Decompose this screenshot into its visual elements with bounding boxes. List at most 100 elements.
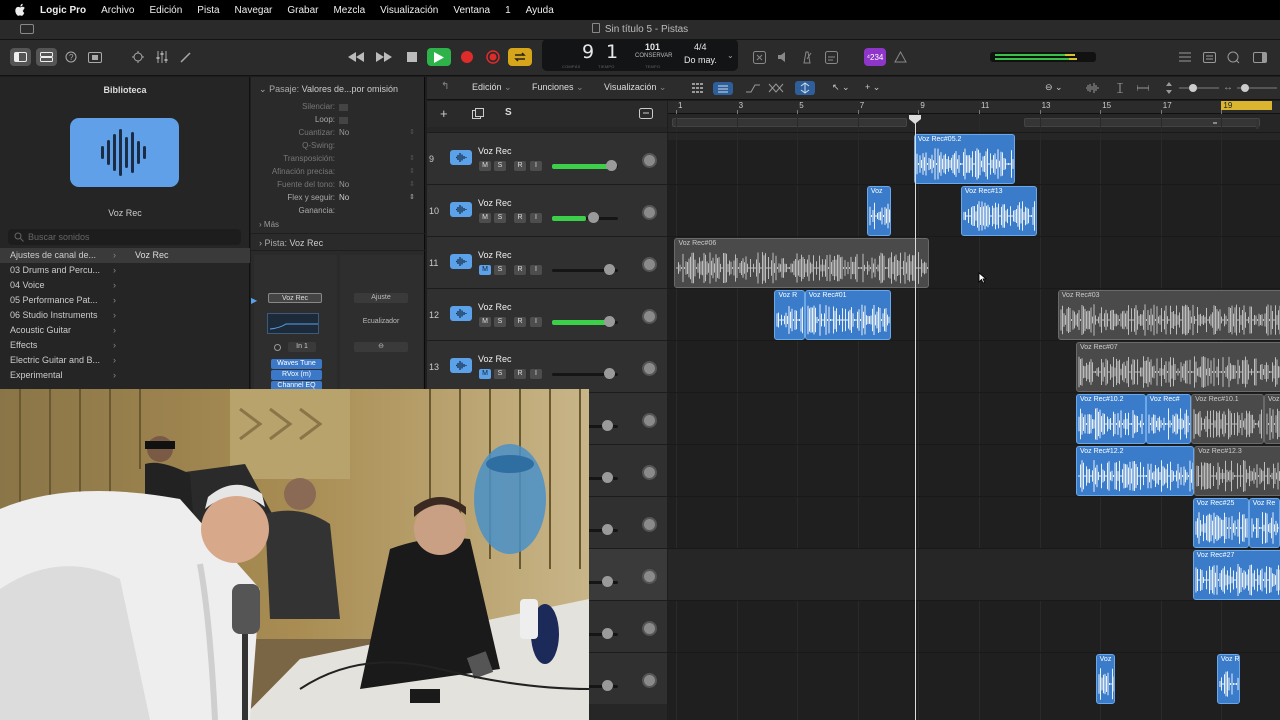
audio-region[interactable]: Voz Rec#12.3 — [1194, 446, 1280, 496]
library-selected-patch[interactable]: Voz Rec — [125, 248, 249, 263]
mute-button[interactable]: M — [479, 213, 491, 223]
audio-region[interactable]: Voz Rec# — [1145, 394, 1192, 444]
audio-region[interactable]: Voz Rec#12.2 — [1075, 446, 1195, 496]
track-lane[interactable] — [668, 652, 1280, 704]
automation-icon[interactable] — [745, 82, 761, 97]
menu-ventana[interactable]: Ventana — [453, 5, 490, 16]
track-header[interactable]: 10 Voz Rec M S R I — [427, 184, 667, 236]
browser-icon[interactable] — [1251, 48, 1269, 66]
track-name[interactable]: Voz Rec — [478, 250, 512, 260]
volume-knob[interactable] — [588, 212, 599, 223]
track-header[interactable]: 11 Voz Rec M S R I — [427, 236, 667, 288]
volume-knob[interactable] — [602, 420, 613, 431]
library-item[interactable]: Effects › — [0, 338, 250, 353]
audio-track-icon[interactable] — [450, 306, 472, 321]
audio-region[interactable]: Voz Rec#27 — [1192, 550, 1280, 600]
mute-button[interactable]: M — [479, 317, 491, 327]
region-inspector-header[interactable]: ⌄ Pasaje: Valores de...por omisión — [259, 84, 398, 95]
volume-knob[interactable] — [604, 316, 615, 327]
record-icon[interactable] — [458, 48, 476, 66]
track-header[interactable]: 12 Voz Rec M S R I — [427, 288, 667, 340]
track-height-icon[interactable] — [1165, 82, 1173, 97]
volume-knob[interactable] — [604, 264, 615, 275]
pan-knob[interactable] — [642, 465, 657, 480]
volume-knob[interactable] — [602, 576, 613, 587]
audio-region[interactable]: Voz Rec#01 — [804, 290, 892, 340]
mute-button[interactable]: M — [479, 265, 491, 275]
input-slot[interactable]: In 1 — [288, 342, 316, 352]
audio-region[interactable]: Voz — [866, 186, 892, 236]
pan-knob[interactable] — [642, 517, 657, 532]
inspector-row-transpose[interactable]: Transposición: ⇕ — [251, 154, 425, 166]
input-monitor-button[interactable]: I — [530, 265, 542, 275]
pan-knob[interactable] — [642, 569, 657, 584]
apple-icon[interactable] — [14, 3, 26, 17]
vertical-zoom-slider[interactable] — [1179, 84, 1219, 92]
inspector-row-flex[interactable]: Flex y seguir: No ⇕ — [251, 193, 425, 205]
toolbar-icon[interactable] — [86, 48, 104, 66]
menu-visualizacion[interactable]: Visualización — [380, 5, 438, 16]
pan-knob[interactable] — [642, 673, 657, 688]
inspector-row-loop[interactable]: Loop: — [251, 115, 425, 127]
plugin-slot[interactable]: RVox (m) — [271, 370, 322, 380]
track-name[interactable]: Voz Rec — [478, 302, 512, 312]
menu-ayuda[interactable]: Ayuda — [526, 5, 554, 16]
audio-region[interactable]: Voz Rec#06 — [674, 238, 929, 288]
input-format-icon[interactable] — [274, 344, 281, 351]
mute-button[interactable]: M — [479, 161, 491, 171]
arrange-area[interactable]: 1 3 5 7 9 11 13 15 17 19 Voz Rec#05.2 Voz Voz Rec#1… — [668, 101, 1280, 720]
audio-region[interactable]: Voz R — [1216, 654, 1240, 704]
track-area-icon[interactable] — [639, 108, 653, 122]
add-track-icon[interactable]: + — [440, 106, 448, 121]
record-enable-button[interactable]: R — [514, 317, 526, 327]
inspector-row-finetune[interactable]: Afinación precisa: ⇕ — [251, 167, 425, 179]
horizontal-zoom-slider[interactable] — [1237, 84, 1277, 92]
mute-button[interactable]: M — [479, 369, 491, 379]
grid-view-icon[interactable] — [692, 83, 704, 93]
cycle-button[interactable] — [508, 48, 532, 66]
track-name[interactable]: Voz Rec — [478, 198, 512, 208]
notepad-icon[interactable] — [1200, 48, 1218, 66]
solo-button[interactable]: S — [494, 161, 506, 171]
audio-region[interactable]: Voz Rec#10.1 — [1191, 394, 1264, 444]
smart-controls-icon[interactable] — [129, 48, 147, 66]
tuner-icon[interactable] — [750, 48, 768, 66]
notes-icon[interactable] — [822, 48, 840, 66]
audio-region[interactable]: Voz R — [774, 290, 805, 340]
inspector-row-gain[interactable]: Ganancia: — [251, 206, 425, 218]
volume-fader[interactable] — [552, 160, 618, 171]
pan-knob[interactable] — [642, 153, 657, 168]
warning-icon[interactable] — [891, 48, 909, 66]
stop-icon[interactable] — [403, 48, 421, 66]
count-badge[interactable]: ⁴234 — [864, 48, 886, 66]
pan-knob[interactable] — [642, 309, 657, 324]
input-monitor-button[interactable]: I — [530, 161, 542, 171]
menu-navegar[interactable]: Navegar — [235, 5, 273, 16]
global-solo-button[interactable]: S — [505, 107, 512, 118]
lcd-chevron-icon[interactable]: ⌄ — [727, 51, 734, 60]
help-icon[interactable]: ? — [62, 48, 80, 66]
audio-track-icon[interactable] — [450, 358, 472, 373]
plugin-slot[interactable]: Waves Tune — [271, 359, 322, 369]
pan-knob[interactable] — [642, 413, 657, 428]
strip-setting[interactable]: Ajuste — [354, 293, 408, 303]
audio-region[interactable]: Voz Rec#07 — [1075, 342, 1280, 392]
forward-icon[interactable] — [375, 48, 393, 66]
inspector-row-qswing[interactable]: Q-Swing: — [251, 141, 425, 153]
strip-name[interactable]: Voz Rec — [268, 293, 322, 303]
menu-pista[interactable]: Pista — [197, 5, 219, 16]
inspector-row-mute[interactable]: Silenciar: — [251, 102, 425, 114]
lcd-display[interactable]: 9 1 COMPÁS TIEMPO 101 CONSERVAR TEMPO 4/… — [542, 39, 738, 71]
volume-knob[interactable] — [602, 680, 613, 691]
record-enable-button[interactable]: R — [514, 265, 526, 275]
solo-button[interactable]: S — [494, 213, 506, 223]
snap-button[interactable] — [795, 81, 815, 95]
solo-button[interactable]: S — [494, 265, 506, 275]
library-item[interactable]: 03 Drums and Percu... › — [0, 263, 250, 278]
solo-button[interactable]: S — [494, 369, 506, 379]
menu-tracks-view[interactable]: Visualización ⌄ — [604, 82, 666, 93]
solo-button[interactable]: S — [494, 317, 506, 327]
zoom-tool-icon[interactable]: ⊖ ⌄ — [1045, 82, 1063, 93]
input-monitor-button[interactable]: I — [530, 213, 542, 223]
audio-region[interactable]: Voz Rec#05.2 — [913, 134, 1016, 184]
